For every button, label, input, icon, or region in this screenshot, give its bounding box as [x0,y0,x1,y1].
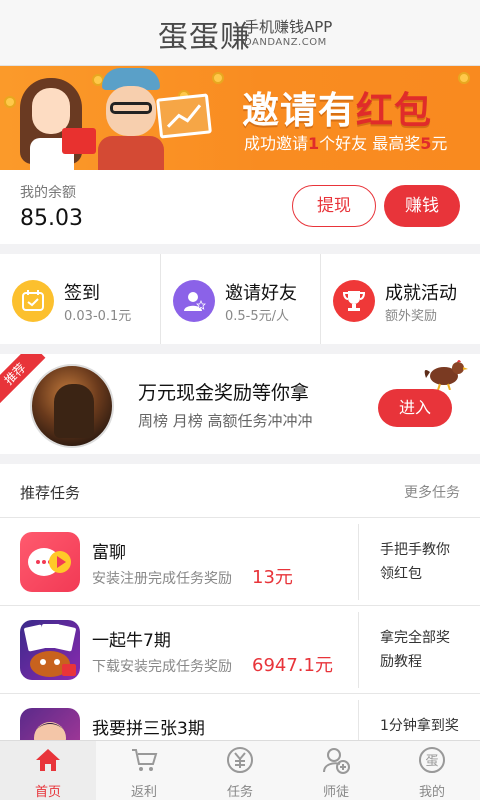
coin-icon [458,72,470,84]
balance-label: 我的余额 [20,185,76,201]
withdraw-button[interactable]: 提现 [292,185,376,227]
svg-text:蛋: 蛋 [425,754,438,769]
woman-illustration [16,74,90,170]
feature-sign-in[interactable]: 签到 0.03-0.1元 [0,254,160,344]
coin-icon [212,72,224,84]
task-desc: 下载安装完成任务奖励 [92,659,232,675]
nav-label: 我的 [418,785,445,800]
app-tagline: 手机赚钱APP [244,18,333,36]
promo-subtitle: 周榜 月榜 高额任务冲冲冲 [138,412,313,430]
task-tutorial-link[interactable]: 1分钟拿到奖 [380,714,462,738]
feature-title: 邀请好友 [225,283,297,304]
banner-subtitle: 成功邀请1个好友 最高奖5元 [244,134,448,153]
balance-card: 我的余额 85.03 提现 赚钱 [0,170,480,244]
feature-achievement[interactable]: 成就活动 额外奖励 [320,254,480,344]
promo-title: 万元现金奖励等你拿 [138,382,310,404]
trophy-icon [333,280,375,322]
feature-desc: 额外奖励 [385,309,438,324]
tasks-header: 推荐任务 更多任务 [0,464,480,518]
app-header: 蛋蛋赚 手机赚钱APP DANDANZ.COM [0,0,480,66]
banner-title: 邀请有红包 [242,89,432,132]
growth-chart-icon [156,93,212,139]
home-icon [36,749,60,771]
app-url: DANDANZ.COM [244,37,327,48]
balance-value: 85.03 [20,206,83,231]
enter-button[interactable]: 进入 [378,389,452,427]
nav-label: 师徒 [322,785,349,800]
feature-title: 成就活动 [385,283,457,304]
nav-home[interactable]: 首页 [0,741,96,800]
invite-user-icon [173,280,215,322]
nav-label: 返利 [130,785,157,800]
nav-profile[interactable]: 蛋 我的 [384,741,480,800]
task-divider [358,612,359,688]
feature-desc: 0.03-0.1元 [64,309,132,324]
tasks-title: 推荐任务 [20,484,81,502]
cart-icon [132,749,158,771]
task-divider [358,700,359,740]
task-row[interactable]: 一起牛7期 下载安装完成任务奖励 6947.1元 拿完全部奖励教程 [0,606,480,694]
nav-label: 任务 [226,785,253,800]
yen-coin-icon [227,747,253,773]
feature-title: 签到 [64,283,100,304]
feature-desc: 0.5-5元/人 [225,309,290,324]
yiqiniu-app-icon [20,620,80,680]
mentor-icon [323,748,350,774]
promo-card[interactable]: 推荐 万元现金奖励等你拿 周榜 月榜 高额任务冲冲冲 进入 [0,354,480,454]
game-hero-image [30,364,114,448]
recommended-tasks: 推荐任务 更多任务 富聊 安装注册完成任务奖励 13元 手把手教你领红包 一起牛… [0,464,480,740]
task-name: 我要拼三张3期 [92,719,205,739]
nav-mentor[interactable]: 师徒 [288,741,384,800]
task-row[interactable]: 我要拼三张3期 1分钟拿到奖 [0,694,480,740]
invite-banner[interactable]: 邀请有红包 成功邀请1个好友 最高奖5元 [0,66,480,170]
coin-icon [4,96,16,108]
task-divider [358,524,359,600]
app-logo: 蛋蛋赚 [158,20,251,55]
feature-row: 签到 0.03-0.1元 邀请好友 0.5-5元/人 成就活动 额外奖励 [0,254,480,344]
task-tutorial-link[interactable]: 拿完全部奖励教程 [380,626,462,674]
task-name: 富聊 [92,543,126,563]
more-tasks-link[interactable]: 更多任务 [404,482,460,502]
task-name: 一起牛7期 [92,631,171,651]
chicken-icon [424,360,468,390]
nav-label: 首页 [34,785,61,800]
red-envelope-icon [62,128,96,154]
task-tutorial-link[interactable]: 手把手教你领红包 [380,538,462,586]
feature-invite[interactable]: 邀请好友 0.5-5元/人 [160,254,320,344]
task-row[interactable]: 富聊 安装注册完成任务奖励 13元 手把手教你领红包 [0,518,480,606]
earn-button[interactable]: 赚钱 [384,185,460,227]
calendar-check-icon [12,280,54,322]
bottom-nav: 首页 返利 任务 师徒 蛋 我的 [0,740,480,800]
task-desc: 安装注册完成任务奖励 [92,571,232,587]
pinsanzhang-app-icon [20,708,80,740]
profile-egg-icon: 蛋 [419,747,445,773]
nav-tasks[interactable]: 任务 [192,741,288,800]
task-reward: 6947.1元 [252,655,333,676]
nav-rebate[interactable]: 返利 [96,741,192,800]
app-screen: 蛋蛋赚 手机赚钱APP DANDANZ.COM 邀请有红包 成功邀请1个好友 最… [0,0,480,800]
fuliao-app-icon [20,532,80,592]
task-reward: 13元 [252,567,293,588]
